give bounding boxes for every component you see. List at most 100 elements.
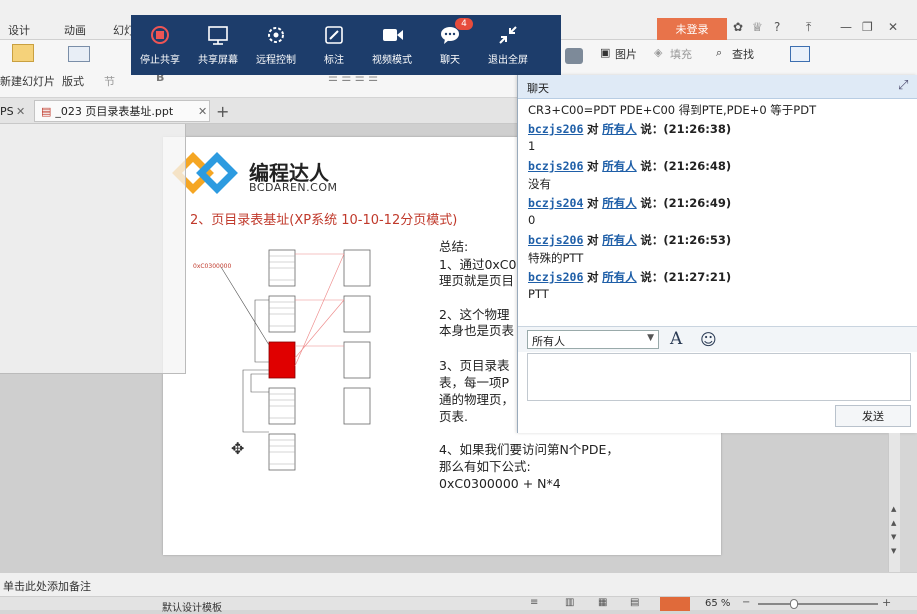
summary-p2-line2: 本身也是页表 [439,323,515,338]
to-word: 对 [587,270,599,284]
chat-msg-header: bczjs206 对 所有人 说：(21:27:21) [528,269,731,285]
chat-message-input[interactable] [527,353,911,401]
sender-link[interactable]: bczjs206 [528,270,583,284]
chat-panel: 聊天 ⤢ CR3+C00=PDT PDE+C00 得到PTE,PDE+0 等于P… [517,75,917,433]
chat-msg-text: 1 [528,139,536,153]
zoom-slider-handle[interactable] [790,599,798,609]
find-button[interactable]: 查找 [732,46,754,62]
move-cursor-icon: ✥ [231,439,245,458]
summary-p3-line1: 3、页目录表 [439,358,510,373]
chat-title: 聊天 [527,82,549,95]
new-tab-icon[interactable]: + [216,100,229,122]
tab-document-name: _023 页目录表基址.ppt [55,105,174,118]
fill-button[interactable]: 填充 [670,46,692,62]
new-slide-icon[interactable] [12,44,34,62]
emoji-icon[interactable]: ☺ [700,330,717,349]
picture-button[interactable]: 图片 [615,46,637,62]
chat-message-list[interactable]: CR3+C00=PDT PDE+C00 得到PTE,PDE+0 等于PDT bc… [518,99,917,325]
expand-icon[interactable]: ⤢ [898,78,908,93]
layout-icon[interactable] [68,46,90,62]
menu-tab-design[interactable]: 设计 [8,22,30,38]
layout-button[interactable]: 版式 [62,73,84,89]
summary-formula: 0xC0300000 + N*4 [439,476,561,491]
exit-fullscreen-button[interactable]: 退出全屏 [479,15,537,75]
says-word: 说： [640,122,664,136]
sorter-view-icon[interactable]: ▦ [598,597,607,608]
fill-icon[interactable]: ◈ [654,46,662,59]
select-pane-icon[interactable] [790,46,810,62]
zoom-in-icon[interactable]: + [882,596,891,609]
scroll-up-icon[interactable]: ▲ [891,505,896,513]
exit-fullscreen-icon [497,25,519,45]
stop-circle-icon [149,25,171,45]
zoom-slider[interactable] [758,603,878,605]
share-screen-icon [207,25,229,45]
says-word: 说： [640,196,664,210]
normal-view-icon[interactable]: ▥ [565,597,574,608]
summary-p3-line3: 通的物理页， [439,392,515,407]
annotate-button[interactable]: 标注 [305,15,363,75]
recipient-value: 所有人 [532,335,565,348]
target-link[interactable]: 所有人 [602,159,637,173]
remote-control-button[interactable]: 远程控制 [247,15,305,75]
shape-icon[interactable] [565,48,583,64]
help-icon[interactable]: ? [774,20,780,34]
new-slide-button[interactable]: 新建幻灯片 [0,73,55,89]
chat-button[interactable]: 聊天 4 [421,15,479,75]
notes-toggle-icon[interactable]: ≡ [530,597,538,608]
vertical-scrollbar[interactable]: ▲ ▲ ▼ ▼ [888,433,900,572]
scroll-down-icon[interactable]: ▼ [891,547,896,555]
share-screen-label: 共享屏幕 [198,54,238,66]
login-button[interactable]: 未登录 [657,18,727,40]
diagram-arrows-red [294,253,345,367]
tab-ps[interactable]: PS [0,100,14,122]
target-link[interactable]: 所有人 [602,270,637,284]
remote-control-icon [265,25,287,45]
next-slide-icon[interactable]: ▼ [891,533,896,541]
chat-msg-text: PTT [528,287,549,301]
restore-ribbon-icon[interactable]: ⤒ [806,20,811,35]
tab-close-icon[interactable]: ✕ [16,100,25,122]
share-screen-button[interactable]: 共享屏幕 [189,15,247,75]
recipient-select[interactable]: 所有人 ▼ [527,330,659,349]
font-icon[interactable]: A [670,329,682,349]
to-word: 对 [587,196,599,210]
notes-placeholder: 单击此处添加备注 [3,580,91,593]
cloud-icon[interactable]: ✿ [733,20,743,34]
maximize-icon[interactable]: ❐ [862,20,873,34]
target-link[interactable]: 所有人 [602,122,637,136]
sender-link[interactable]: bczjs206 [528,233,583,247]
section-button[interactable]: 节 [104,73,115,89]
zoom-out-icon[interactable]: − [742,597,750,608]
prev-slide-icon[interactable]: ▲ [891,519,896,527]
find-icon[interactable]: ⌕ [716,46,722,60]
msg-time: (21:27:21) [663,270,732,284]
notes-pane[interactable]: 单击此处添加备注 [0,572,917,596]
reading-view-icon[interactable]: ▤ [630,597,639,608]
tab-close-icon[interactable]: ✕ [198,100,207,122]
video-mode-button[interactable]: 视频模式 [363,15,421,75]
annotate-icon [323,25,345,45]
sender-link[interactable]: bczjs204 [528,196,583,210]
stop-share-label: 停止共享 [140,54,180,66]
template-label: 默认设计模板 [162,603,222,614]
close-icon[interactable]: ✕ [888,20,898,34]
menu-tab-animation[interactable]: 动画 [64,22,86,38]
slideshow-icon[interactable] [660,597,690,611]
screen-share-toolbar: 停止共享 共享屏幕 远程控制 标注 视频模式 聊天 4 退出全屏 [131,15,561,75]
stop-share-button[interactable]: 停止共享 [131,15,189,75]
msg-time: (21:26:49) [663,196,732,210]
chevron-down-icon: ▼ [647,333,654,343]
target-link[interactable]: 所有人 [602,196,637,210]
picture-icon[interactable]: ▣ [600,46,610,59]
sender-link[interactable]: bczjs206 [528,159,583,173]
shirt-icon[interactable]: ♕ [752,20,763,34]
minimize-icon[interactable]: — [840,20,852,34]
send-button[interactable]: 发送 [835,405,911,427]
video-camera-icon [381,25,403,45]
target-link[interactable]: 所有人 [602,233,637,247]
sender-link[interactable]: bczjs206 [528,122,583,136]
msg-time: (21:26:48) [663,159,732,173]
tab-current-document[interactable]: ▤ _023 页目录表基址.ppt [34,100,210,122]
to-word: 对 [587,159,599,173]
